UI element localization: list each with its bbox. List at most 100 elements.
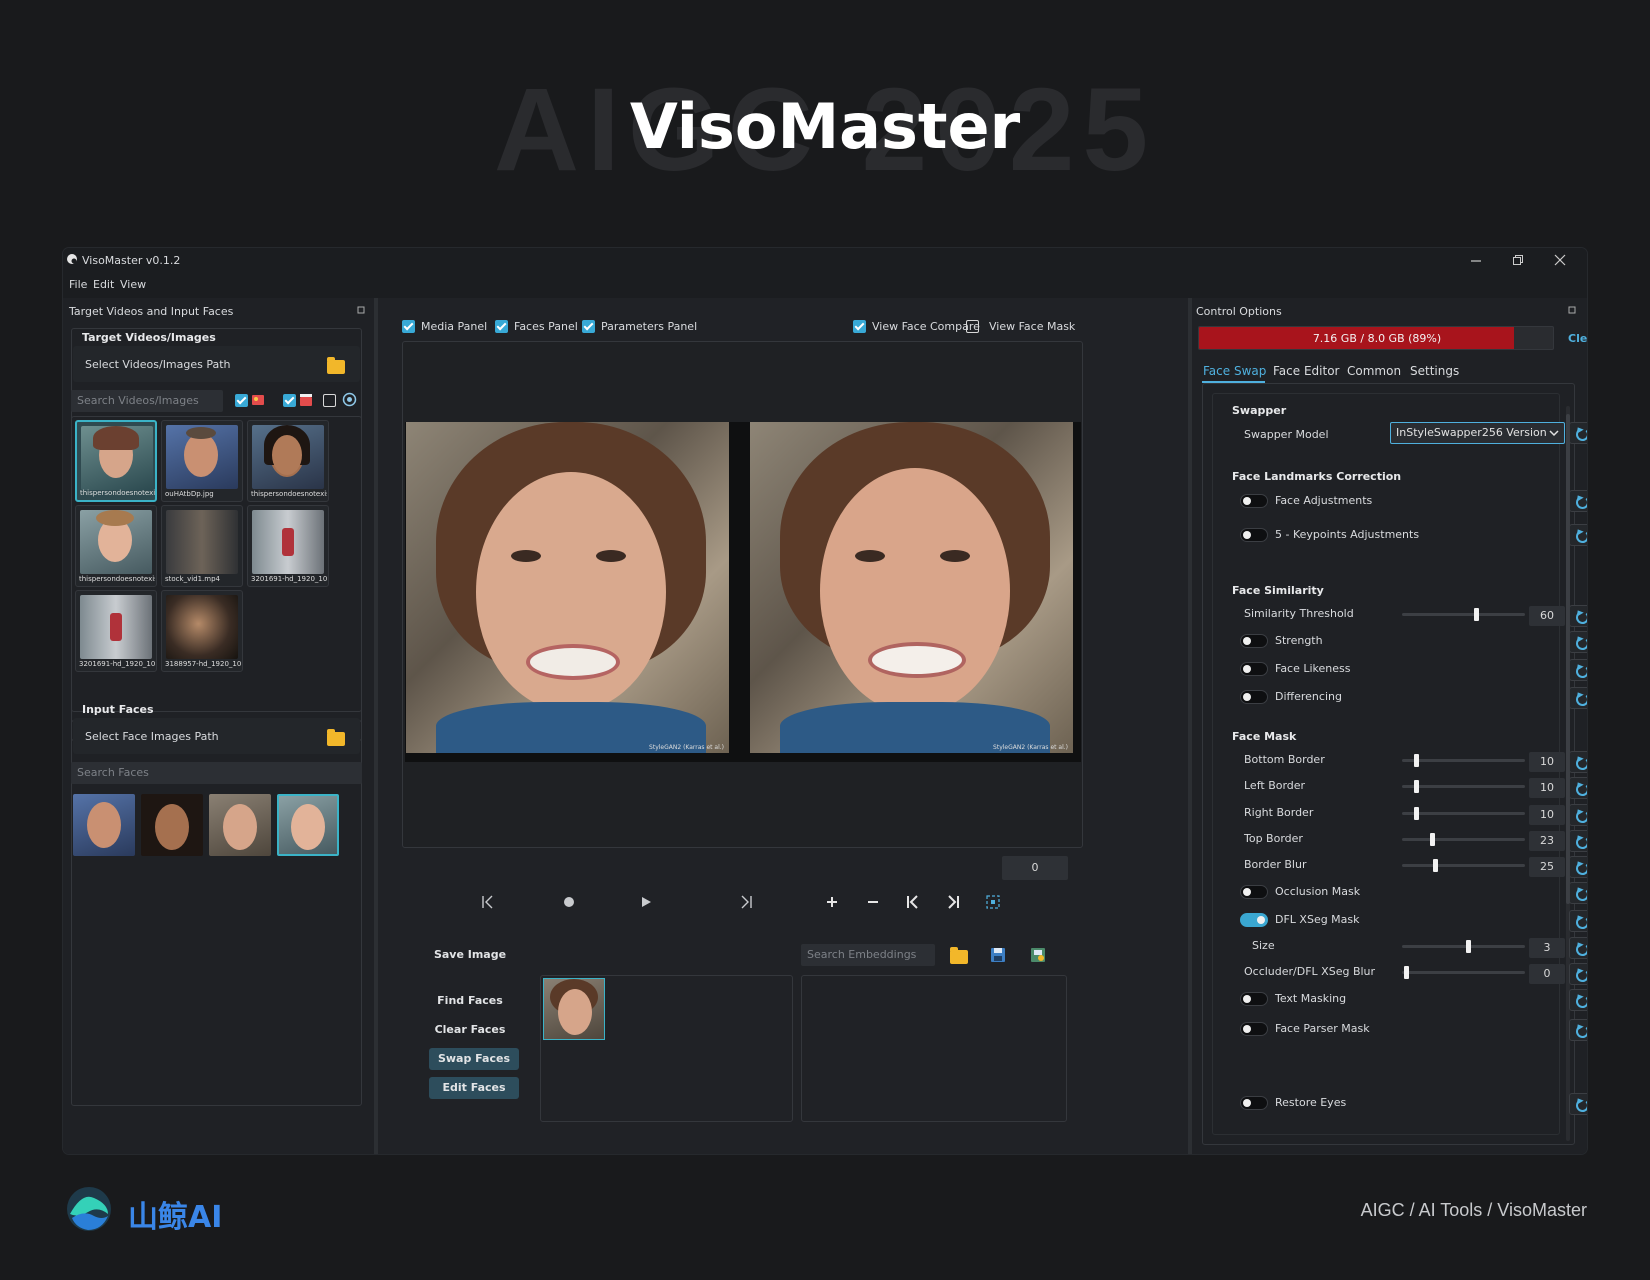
occluder-blur-slider[interactable] — [1402, 966, 1525, 979]
text-masking-toggle[interactable] — [1240, 992, 1268, 1006]
face-likeness-toggle[interactable] — [1240, 662, 1268, 676]
save-image-button[interactable]: Save Image — [430, 948, 510, 961]
top-border-slider[interactable] — [1402, 833, 1525, 846]
minimize-icon[interactable] — [1469, 254, 1483, 268]
record-icon[interactable] — [563, 896, 575, 908]
filter-videos-checkbox[interactable] — [283, 394, 296, 407]
strength-toggle[interactable] — [1240, 634, 1268, 648]
search-videos-input[interactable]: Search Videos/Images — [71, 390, 223, 412]
target-thumb[interactable]: 3201691-hd_1920_1080 — [247, 505, 329, 587]
image-filter-icon[interactable] — [251, 393, 265, 407]
target-thumb[interactable]: stock_vid1.mp4 — [161, 505, 243, 587]
undock-icon[interactable] — [1568, 306, 1576, 314]
media-panel-checkbox[interactable] — [402, 320, 415, 333]
left-border-slider[interactable] — [1402, 780, 1525, 793]
menu-file[interactable]: File — [69, 278, 87, 291]
reset-icon[interactable] — [1569, 856, 1587, 878]
menu-view[interactable]: View — [120, 278, 146, 291]
target-path-row[interactable]: Select Videos/Images Path — [73, 346, 360, 382]
reset-icon[interactable] — [1569, 687, 1587, 709]
media-viewer[interactable]: StyleGAN2 (Karras et al.) StyleGAN2 (Kar… — [402, 341, 1083, 848]
folder-icon[interactable] — [327, 357, 345, 374]
border-blur-value[interactable]: 25 — [1529, 857, 1565, 877]
input-face-thumb[interactable] — [141, 794, 203, 856]
remove-marker-icon[interactable] — [866, 895, 880, 909]
previous-frame-icon[interactable] — [480, 894, 496, 910]
size-value[interactable]: 3 — [1529, 938, 1565, 958]
input-face-thumb[interactable] — [209, 794, 271, 856]
close-icon[interactable] — [1553, 253, 1567, 267]
previous-marker-icon[interactable] — [905, 894, 921, 910]
restore-eyes-toggle[interactable] — [1240, 1096, 1268, 1110]
tab-face-editor[interactable]: Face Editor — [1273, 364, 1339, 378]
video-filter-icon[interactable] — [299, 393, 313, 407]
reset-icon[interactable] — [1569, 1019, 1587, 1041]
target-thumb[interactable]: ouHAtbDp.jpg — [161, 420, 243, 502]
folder-icon[interactable] — [327, 729, 345, 746]
detected-face-thumb[interactable] — [543, 978, 605, 1040]
target-thumb[interactable]: thispersondoesnotexist — [75, 420, 157, 502]
right-border-value[interactable]: 10 — [1529, 805, 1565, 825]
top-border-value[interactable]: 23 — [1529, 831, 1565, 851]
save-embeddings-as-icon[interactable] — [1030, 947, 1046, 963]
bottom-border-value[interactable]: 10 — [1529, 752, 1565, 772]
swap-faces-button[interactable]: Swap Faces — [429, 1048, 519, 1070]
reset-icon[interactable] — [1569, 490, 1587, 512]
occlusion-mask-toggle[interactable] — [1240, 885, 1268, 899]
edit-faces-button[interactable]: Edit Faces — [429, 1077, 519, 1099]
differencing-toggle[interactable] — [1240, 690, 1268, 704]
reset-icon[interactable] — [1569, 989, 1587, 1011]
frame-number-field[interactable]: 0 — [1002, 856, 1068, 880]
clear-vram-button[interactable]: Clear VRAM — [1568, 332, 1587, 345]
fit-view-icon[interactable] — [986, 895, 1000, 909]
next-marker-icon[interactable] — [945, 894, 961, 910]
bottom-border-slider[interactable] — [1402, 754, 1525, 767]
keypoints-adjustments-toggle[interactable] — [1240, 528, 1268, 542]
target-thumb[interactable]: 3188957-hd_1920_1080 — [161, 590, 243, 672]
find-faces-button[interactable]: Find Faces — [430, 994, 510, 1007]
similarity-threshold-value[interactable]: 60 — [1529, 606, 1565, 626]
tab-settings[interactable]: Settings — [1410, 364, 1459, 378]
search-faces-input[interactable]: Search Faces — [71, 762, 362, 784]
add-marker-icon[interactable] — [825, 895, 839, 909]
view-face-mask-checkbox[interactable] — [966, 320, 979, 333]
face-adjustments-toggle[interactable] — [1240, 494, 1268, 508]
reset-icon[interactable] — [1569, 937, 1587, 959]
load-embeddings-folder-icon[interactable] — [950, 947, 968, 964]
similarity-threshold-slider[interactable] — [1402, 608, 1525, 621]
target-thumb[interactable]: 3201691-hd_1920_1080 — [75, 590, 157, 672]
face-path-row[interactable]: Select Face Images Path — [73, 718, 360, 754]
filter-webcam-checkbox[interactable] — [323, 394, 336, 407]
reset-icon[interactable] — [1569, 422, 1587, 444]
view-face-compare-checkbox[interactable] — [853, 320, 866, 333]
filter-images-checkbox[interactable] — [235, 394, 248, 407]
reset-icon[interactable] — [1569, 804, 1587, 826]
occluder-blur-value[interactable]: 0 — [1529, 964, 1565, 984]
menu-edit[interactable]: Edit — [93, 278, 114, 291]
save-embeddings-icon[interactable] — [990, 947, 1006, 963]
play-icon[interactable] — [639, 895, 653, 909]
border-blur-slider[interactable] — [1402, 859, 1525, 872]
reset-icon[interactable] — [1569, 631, 1587, 653]
tab-common[interactable]: Common — [1347, 364, 1401, 378]
face-parser-mask-toggle[interactable] — [1240, 1022, 1268, 1036]
chevron-down-icon[interactable] — [1548, 428, 1560, 438]
clear-faces-button[interactable]: Clear Faces — [430, 1023, 510, 1036]
target-thumb[interactable]: thispersondoesnotexist — [75, 505, 157, 587]
dfl-xseg-mask-toggle[interactable] — [1240, 913, 1268, 927]
search-embeddings-input[interactable]: Search Embeddings — [801, 944, 935, 966]
reset-icon[interactable] — [1569, 524, 1587, 546]
restore-icon[interactable] — [1511, 253, 1525, 267]
undock-icon[interactable] — [357, 306, 365, 314]
reset-icon[interactable] — [1569, 659, 1587, 681]
reset-icon[interactable] — [1569, 882, 1587, 904]
reset-icon[interactable] — [1569, 830, 1587, 852]
reset-icon[interactable] — [1569, 910, 1587, 932]
input-face-thumb[interactable] — [73, 794, 135, 856]
target-thumb[interactable]: thispersondoesnotexist — [247, 420, 329, 502]
size-slider[interactable] — [1402, 940, 1525, 953]
next-frame-icon[interactable] — [738, 894, 754, 910]
reset-icon[interactable] — [1569, 777, 1587, 799]
parameters-panel-checkbox[interactable] — [582, 320, 595, 333]
reset-icon[interactable] — [1569, 963, 1587, 985]
